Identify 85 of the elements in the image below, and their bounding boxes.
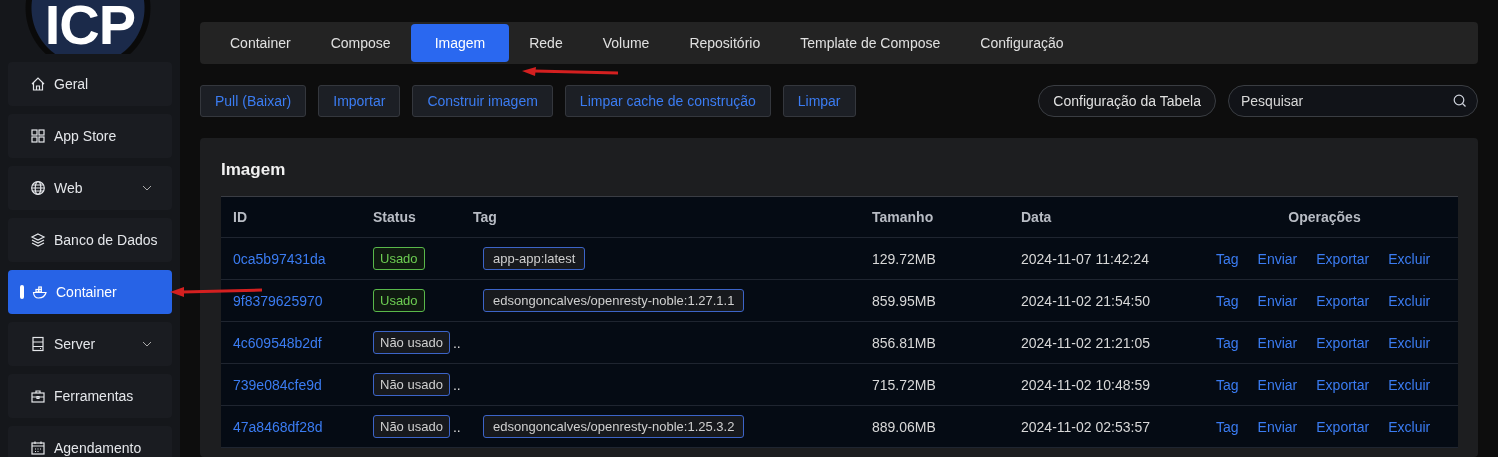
operation-link[interactable]: Enviar: [1257, 250, 1298, 267]
table-cell-text: 2024-11-02 10:48:59: [1021, 376, 1151, 393]
column-header: Status: [373, 209, 417, 225]
tab[interactable]: Container: [210, 24, 311, 62]
table-cell-text: 129.72MB: [872, 250, 937, 267]
image-id-link[interactable]: 47a8468df28d: [233, 418, 323, 435]
table-cell-text: 889.06MB: [872, 418, 937, 435]
status-tag: Não usado: [373, 415, 450, 438]
operation-link[interactable]: Exportar: [1316, 250, 1370, 267]
table-cell-text: 2024-11-02 21:21:05: [1021, 334, 1151, 351]
sidebar-item[interactable]: Container: [8, 270, 172, 314]
search-field[interactable]: Pesquisar: [1228, 85, 1478, 117]
operation-link[interactable]: Tag: [1216, 250, 1239, 267]
status-tag: Não usado: [373, 373, 450, 396]
overflow-dots: ..: [452, 418, 461, 435]
tab[interactable]: Compose: [310, 24, 411, 62]
image-tag: app-app:latest: [483, 247, 586, 270]
toolbar-button[interactable]: Pull (Baixar): [200, 85, 307, 117]
overflow-dots: ..: [452, 376, 461, 393]
tab[interactable]: Repositório: [669, 24, 781, 62]
column-header: Tag: [473, 209, 498, 225]
table-cell-text: 856.81MB: [872, 334, 937, 351]
whale-icon: [32, 284, 48, 300]
status-tag: Não usado: [373, 331, 450, 354]
operation-link[interactable]: Tag: [1216, 376, 1239, 393]
table-cell-text: 2024-11-02 21:54:50: [1021, 292, 1151, 309]
grid-icon: [30, 128, 46, 144]
operation-link[interactable]: Tag: [1216, 418, 1239, 435]
sidebar-item[interactable]: Web: [8, 166, 172, 210]
operation-link[interactable]: Exportar: [1316, 334, 1370, 351]
tab[interactable]: Template de Compose: [780, 24, 961, 62]
toolbar-button[interactable]: Limpar: [782, 85, 856, 117]
operation-link[interactable]: Excluir: [1388, 334, 1431, 351]
column-header: Data: [1021, 209, 1053, 225]
table-cell-text: 859.95MB: [872, 292, 937, 309]
table-cell-text: 715.72MB: [872, 376, 937, 393]
home-icon: [30, 76, 46, 92]
card-title: Imagem: [221, 159, 287, 181]
status-tag: Usado: [373, 289, 425, 312]
sidebar-item[interactable]: Banco de Dados: [8, 218, 172, 262]
image-id-link[interactable]: 4c609548b2df: [233, 334, 322, 351]
column-header: Operações: [1287, 209, 1362, 225]
operation-link[interactable]: Excluir: [1388, 250, 1431, 267]
calendar-icon: [30, 440, 46, 456]
image-id-link[interactable]: 9f8379625970: [233, 292, 323, 309]
tab[interactable]: Volume: [582, 24, 670, 62]
operation-link[interactable]: Enviar: [1257, 418, 1298, 435]
search-icon: [1453, 94, 1467, 108]
image-tag: edsongoncalves/openresty-noble:1.25.3.2: [483, 415, 745, 438]
operation-link[interactable]: Exportar: [1316, 376, 1370, 393]
toolbox-icon: [30, 388, 46, 404]
operation-link[interactable]: Excluir: [1388, 418, 1431, 435]
sidebar-item[interactable]: App Store: [8, 114, 172, 158]
sidebar-item[interactable]: Geral: [8, 62, 172, 106]
tab[interactable]: Imagem: [410, 24, 510, 62]
tab[interactable]: Rede: [509, 24, 583, 62]
table-settings-button[interactable]: Configuração da Tabela: [1038, 85, 1216, 117]
operation-link[interactable]: Enviar: [1257, 334, 1298, 351]
operation-link[interactable]: Enviar: [1257, 376, 1298, 393]
operation-link[interactable]: Tag: [1216, 292, 1239, 309]
tab[interactable]: Configuração: [960, 24, 1084, 62]
operation-link[interactable]: Tag: [1216, 334, 1239, 351]
column-header: ID: [233, 209, 248, 225]
column-header: Tamanho: [872, 209, 935, 225]
table-cell-text: 2024-11-02 02:53:57: [1021, 418, 1151, 435]
table-cell-text: 2024-11-07 11:42:24: [1021, 250, 1150, 267]
image-tag: edsongoncalves/openresty-noble:1.27.1.1: [483, 289, 745, 312]
image-id-link[interactable]: 0ca5b97431da: [233, 250, 326, 267]
toolbar-button[interactable]: Limpar cache de construção: [564, 85, 771, 117]
status-tag: Usado: [373, 247, 425, 270]
sidebar-item[interactable]: Server: [8, 322, 172, 366]
operation-link[interactable]: Exportar: [1316, 292, 1370, 309]
operation-link[interactable]: Exportar: [1316, 418, 1370, 435]
layers-icon: [30, 232, 46, 248]
operation-link[interactable]: Excluir: [1388, 292, 1431, 309]
overflow-dots: ..: [452, 334, 461, 351]
operation-link[interactable]: Enviar: [1257, 292, 1298, 309]
globe-icon: [30, 180, 46, 196]
image-id-link[interactable]: 739e084cfe9d: [233, 376, 322, 393]
server-icon: [30, 336, 46, 352]
toolbar-button[interactable]: Importar: [318, 85, 401, 117]
toolbar-button[interactable]: Construir imagem: [412, 85, 553, 117]
sidebar-item[interactable]: Ferramentas: [8, 374, 172, 418]
sidebar-item[interactable]: Agendamento: [8, 426, 172, 457]
operation-link[interactable]: Excluir: [1388, 376, 1431, 393]
